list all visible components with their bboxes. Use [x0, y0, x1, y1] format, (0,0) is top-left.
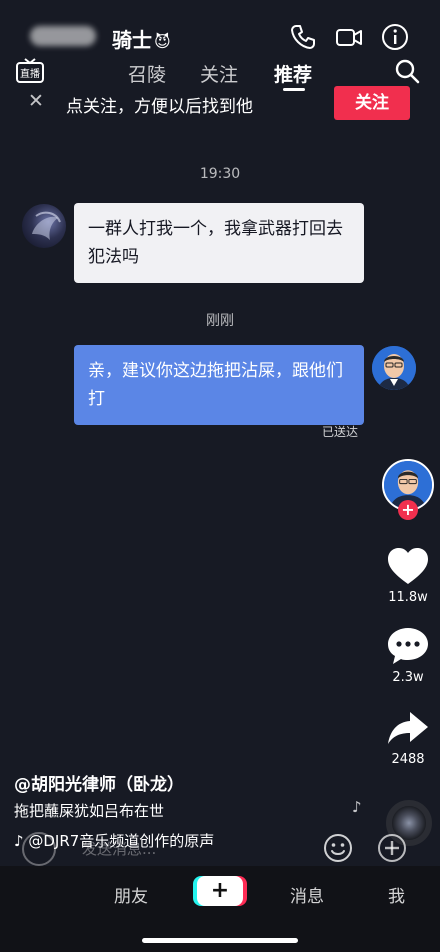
- comment-button[interactable]: 2.3w: [380, 626, 436, 685]
- floating-note-icon: ♪: [352, 798, 362, 816]
- tab-following[interactable]: 关注: [200, 60, 238, 87]
- incoming-message[interactable]: 一群人打我一个，我拿武器打回去犯法吗: [74, 203, 364, 283]
- message-input-bar: 发送消息...: [0, 830, 440, 868]
- like-count: 11.8w: [388, 590, 428, 605]
- tab-zhaoling[interactable]: 召陵: [128, 60, 166, 87]
- voice-icon[interactable]: [22, 832, 56, 866]
- like-button[interactable]: 11.8w: [380, 546, 436, 605]
- screen: 骑士😈 直播 召陵 关注 推荐 ✕ 点关注，方便以后找到他 关注 19:30: [0, 0, 440, 952]
- tab-friends[interactable]: 朋友: [114, 882, 148, 907]
- close-icon[interactable]: ✕: [28, 90, 44, 112]
- emoji-icon[interactable]: [322, 832, 354, 864]
- share-icon: [388, 712, 428, 744]
- home-indicator: [142, 938, 298, 943]
- follow-prompt-text: 点关注，方便以后找到他: [66, 97, 253, 117]
- message-timestamp: 19:30: [199, 166, 241, 182]
- live-icon-label: 直播: [20, 67, 40, 80]
- follow-button[interactable]: 关注: [334, 86, 410, 120]
- phone-icon[interactable]: [288, 22, 318, 52]
- comment-count: 2.3w: [392, 670, 424, 685]
- my-avatar[interactable]: [372, 346, 416, 390]
- chat-title-text: 骑士: [112, 28, 152, 52]
- plus-circle-icon[interactable]: [376, 832, 408, 864]
- delivered-status: 已送达: [322, 425, 359, 439]
- heart-icon: [388, 548, 428, 584]
- live-icon[interactable]: 直播: [16, 58, 44, 84]
- search-icon[interactable]: [394, 58, 420, 84]
- outgoing-message[interactable]: 亲，建议你这边拖把沾屎，跟他们打: [74, 345, 364, 425]
- sender-avatar[interactable]: [22, 204, 66, 248]
- tab-messages[interactable]: 消息: [290, 882, 324, 907]
- chat-header: 骑士 😈: [0, 0, 440, 60]
- comment-icon: [388, 628, 428, 664]
- share-count: 2488: [391, 752, 425, 767]
- video-description: 拖把蘸屎犹如吕布在世: [14, 802, 165, 820]
- chat-title: 骑士 😈: [112, 24, 171, 53]
- tab-me[interactable]: 我: [388, 882, 405, 907]
- back-button[interactable]: [30, 26, 96, 46]
- follow-plus-icon[interactable]: +: [398, 500, 418, 520]
- author-name[interactable]: @胡阳光律师（卧龙）: [14, 770, 184, 795]
- video-call-icon[interactable]: [334, 22, 364, 52]
- follow-banner: ✕ 点关注，方便以后找到他 关注: [0, 84, 440, 122]
- create-button[interactable]: +: [197, 876, 243, 906]
- devil-emoji-icon: 😈: [154, 32, 171, 51]
- message-input[interactable]: 发送消息...: [82, 838, 156, 859]
- message-timestamp-recent: 刚刚: [206, 313, 234, 329]
- info-icon[interactable]: [380, 22, 410, 52]
- share-button[interactable]: 2488: [380, 708, 436, 767]
- tab-recommended[interactable]: 推荐: [274, 60, 312, 87]
